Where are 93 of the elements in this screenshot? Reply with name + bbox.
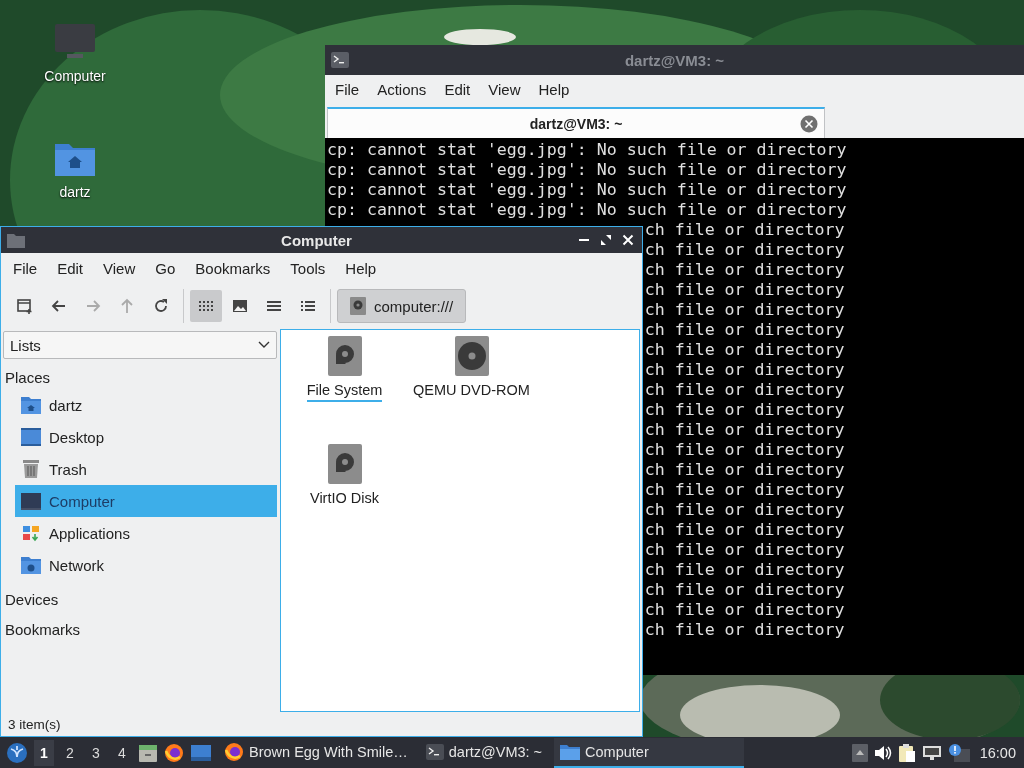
desktop-icon-label[interactable]: dartz	[59, 184, 91, 200]
terminal-line: cp: cannot stat 'egg.jpg': No such file or directory	[327, 160, 847, 179]
menu-item[interactable]: Edit	[444, 81, 481, 98]
maximize-icon[interactable]	[600, 234, 612, 246]
drive-item[interactable]: QEMU DVD-ROM	[408, 336, 535, 444]
drive-icon	[350, 297, 366, 315]
speaker-icon[interactable]	[873, 744, 892, 761]
terminal-line: ch file or directory	[644, 560, 845, 579]
drive-item[interactable]: File System	[281, 336, 408, 444]
terminal-icon	[331, 52, 349, 68]
sidebar-item[interactable]: Applications	[15, 517, 277, 549]
terminal-line: ch file or directory	[644, 320, 845, 339]
apps-icon	[20, 523, 42, 543]
image-icon	[231, 297, 249, 315]
chevron-down-icon	[258, 341, 270, 349]
side-pane-dropdown[interactable]: Lists	[3, 331, 277, 359]
firefox-icon	[224, 741, 244, 762]
terminal-line: cp: cannot stat 'egg.jpg': No such file or directory	[327, 180, 847, 199]
menu-item[interactable]: Help	[345, 259, 387, 277]
desktop-icon	[20, 427, 42, 447]
terminal-line: cp: cannot stat 'egg.jpg': No such file or directory	[327, 140, 847, 159]
window-title: Computer	[280, 231, 353, 249]
menu-item[interactable]: Edit	[57, 259, 94, 277]
desktop-icon-label[interactable]: Computer	[44, 68, 106, 84]
terminal-line: ch file or directory	[644, 460, 845, 479]
computer-icon	[20, 491, 42, 511]
status-text: 3 item(s)	[8, 716, 61, 732]
menu-item[interactable]: View	[103, 259, 146, 277]
home-icon	[20, 395, 42, 415]
terminal-line: ch file or directory	[644, 440, 845, 459]
sidebar-item[interactable]: Network	[15, 549, 277, 581]
menu-item[interactable]: Actions	[377, 81, 437, 98]
menu-item[interactable]: Help	[538, 81, 580, 98]
folder-icon	[560, 743, 581, 760]
clock[interactable]: 16:00	[979, 744, 1016, 761]
terminal-line: ch file or directory	[644, 420, 845, 439]
drive-item[interactable]: VirtIO Disk	[281, 444, 408, 552]
icons-view-button[interactable]	[190, 290, 222, 322]
window-title: dartz@VM3: ~	[623, 51, 726, 69]
terminal-line: ch file or directory	[644, 600, 845, 619]
sidebar-section-header[interactable]: Bookmarks	[3, 611, 81, 641]
firefox-icon[interactable]	[164, 742, 184, 763]
menu-item[interactable]: File	[13, 259, 48, 277]
new-tab-icon	[16, 297, 34, 315]
sidebar-item[interactable]: Computer	[15, 485, 277, 517]
terminal-icon	[425, 743, 444, 760]
terminal-line: ch file or directory	[644, 260, 845, 279]
terminal-line: ch file or directory	[644, 400, 845, 419]
terminal-line: ch file or directory	[644, 580, 845, 599]
taskbar-task[interactable]: dartz@VM3: ~	[419, 737, 549, 768]
menu-item[interactable]: View	[488, 81, 531, 98]
network-icon	[20, 555, 42, 575]
terminal-line: ch file or directory	[644, 380, 845, 399]
terminal-line: ch file or directory	[644, 360, 845, 379]
terminal-line: ch file or directory	[644, 500, 845, 519]
desktop-icon[interactable]	[190, 743, 212, 762]
menu-item[interactable]: Bookmarks	[195, 259, 281, 277]
terminal-line: ch file or directory	[644, 240, 845, 259]
network-icon[interactable]	[921, 744, 942, 761]
terminal-line: ch file or directory	[644, 300, 845, 319]
sidebar-section-header[interactable]: Places	[3, 359, 51, 389]
menu-item[interactable]: Tools	[290, 259, 336, 277]
start-menu-icon[interactable]	[6, 741, 28, 764]
sidebar-item[interactable]: dartz	[15, 389, 277, 421]
menu-item[interactable]: Go	[155, 259, 186, 277]
taskbar-task[interactable]: Brown Egg With Smile…	[218, 737, 414, 768]
terminal-line: ch file or directory	[644, 620, 845, 639]
terminal-line: cp: cannot stat 'egg.jpg': No such file or directory	[327, 200, 847, 219]
terminal-line: ch file or directory	[644, 520, 845, 539]
sidebar-item[interactable]: Trash	[15, 453, 277, 485]
workspace-button[interactable]: 4	[112, 739, 132, 766]
terminal-line: ch file or directory	[644, 340, 845, 359]
close-icon[interactable]	[622, 234, 634, 246]
reload-icon	[152, 297, 170, 315]
workspace-button[interactable]: 1	[34, 739, 54, 766]
terminal-line: ch file or directory	[644, 480, 845, 499]
notification-icon[interactable]	[947, 742, 970, 763]
terminal-line: ch file or directory	[644, 220, 845, 239]
menu-item[interactable]: File	[335, 81, 370, 98]
workspace-button[interactable]: 3	[86, 739, 106, 766]
clipboard-icon[interactable]	[897, 742, 916, 763]
tray-expand-icon[interactable]	[851, 743, 868, 762]
file-cabinet-icon[interactable]	[138, 742, 158, 763]
location-button[interactable]: computer:///	[337, 289, 467, 323]
terminal-line: ch file or directory	[644, 540, 845, 559]
workspace-button[interactable]: 2	[60, 739, 80, 766]
sidebar-item[interactable]: Desktop	[15, 421, 277, 453]
trash-icon	[20, 459, 42, 479]
terminal-line: ch file or directory	[644, 280, 845, 299]
sidebar-section-header[interactable]: Devices	[3, 581, 59, 611]
terminal-tab[interactable]: dartz@VM3: ~	[327, 107, 825, 138]
taskbar-task[interactable]: Computer	[554, 737, 745, 768]
folder-icon	[7, 232, 25, 248]
